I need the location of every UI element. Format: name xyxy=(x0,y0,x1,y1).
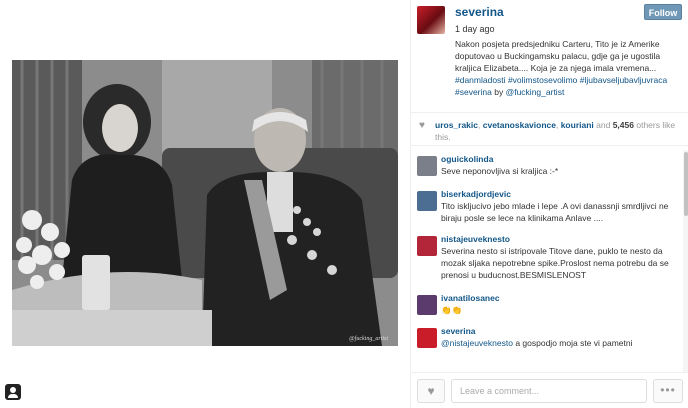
photo-watermark: @fucking_artist xyxy=(349,336,388,342)
comment-text: 👏👏 xyxy=(441,305,463,315)
commenter-username[interactable]: oguickolinda xyxy=(441,154,677,165)
comment-text: Severina nesto si istripovale Titove dan… xyxy=(441,246,669,280)
follow-button[interactable]: Follow xyxy=(644,4,682,20)
commenter-username[interactable]: biserkadjordjevic xyxy=(441,189,677,200)
heart-icon: ♥ xyxy=(419,120,425,131)
commenter-avatar[interactable] xyxy=(417,236,437,256)
commenter-username[interactable]: nistajeuveknesto xyxy=(441,234,677,245)
like-button[interactable]: ♥ xyxy=(417,379,445,403)
caption-hashtag[interactable]: #danmladosti xyxy=(455,75,506,85)
author-username[interactable]: severina xyxy=(455,5,504,19)
caption-hashtag[interactable]: #ljubavseljubavljuvraca xyxy=(580,75,667,85)
comment-item: severina @nistajeuveknesto a gospodjo mo… xyxy=(411,326,683,349)
likes-row: ♥ uros_rakic, cvetanoskavionce, kouriani… xyxy=(411,112,688,146)
likes-and: and xyxy=(596,120,611,130)
comments-scrollbar-thumb[interactable] xyxy=(684,152,688,216)
liker-username[interactable]: uros_rakic xyxy=(435,120,478,130)
comments-list: oguickolinda Seve neponovljiva si kralji… xyxy=(411,150,683,372)
post-header: severina Follow 1 day ago Nakon posjeta … xyxy=(411,0,688,108)
caption-text: Nakon posjeta predsjedniku Carteru, Tito… xyxy=(455,39,661,73)
comment-item: nistajeuveknesto Severina nesto si istri… xyxy=(411,234,683,281)
comment-text: Seve neponovljiva si kraljica :-* xyxy=(441,166,559,176)
person-tag-icon[interactable] xyxy=(5,384,21,400)
commenter-avatar[interactable] xyxy=(417,156,437,176)
comment-footer: ♥ ••• xyxy=(411,372,688,408)
comment-text: @nistajeuveknesto a gospodjo moja ste vi… xyxy=(441,337,677,349)
liker-username[interactable]: kouriani xyxy=(561,120,594,130)
post-timestamp[interactable]: 1 day ago xyxy=(455,24,495,34)
commenter-avatar[interactable] xyxy=(417,328,437,348)
comment-item: ivanatilosanec 👏👏 xyxy=(411,293,683,316)
comment-item: oguickolinda Seve neponovljiva si kralji… xyxy=(411,154,683,177)
heart-icon: ♥ xyxy=(427,384,435,398)
more-options-button[interactable]: ••• xyxy=(653,379,683,403)
commenter-username[interactable]: severina xyxy=(441,326,677,337)
commenter-username[interactable]: ivanatilosanec xyxy=(441,293,677,304)
likes-count[interactable]: 5,456 xyxy=(613,120,634,130)
comment-body: a gospodjo moja ste vi pametni xyxy=(515,338,633,348)
caption-mention[interactable]: @fucking_artist xyxy=(506,87,565,97)
photo-pane: @fucking_artist xyxy=(0,0,410,408)
commenter-avatar[interactable] xyxy=(417,295,437,315)
post-caption: Nakon posjeta predsjedniku Carteru, Tito… xyxy=(455,38,680,98)
comment-mention[interactable]: @nistajeuveknesto xyxy=(441,338,513,348)
post-sidebar: severina Follow 1 day ago Nakon posjeta … xyxy=(410,0,688,408)
caption-by: by xyxy=(494,87,504,97)
caption-hashtag[interactable]: #severina xyxy=(455,87,492,97)
author-avatar[interactable] xyxy=(417,6,445,34)
post-photo[interactable]: @fucking_artist xyxy=(12,60,398,346)
comment-item: biserkadjordjevic Tito iskljucivo jebo m… xyxy=(411,189,683,224)
comment-input[interactable] xyxy=(451,379,647,403)
comment-text: Tito iskljucivo jebo mlade i lepe .A ovi… xyxy=(441,201,669,223)
caption-hashtag[interactable]: #volimstosevolimo xyxy=(508,75,577,85)
liker-username[interactable]: cvetanoskavionce xyxy=(483,120,556,130)
commenter-avatar[interactable] xyxy=(417,191,437,211)
